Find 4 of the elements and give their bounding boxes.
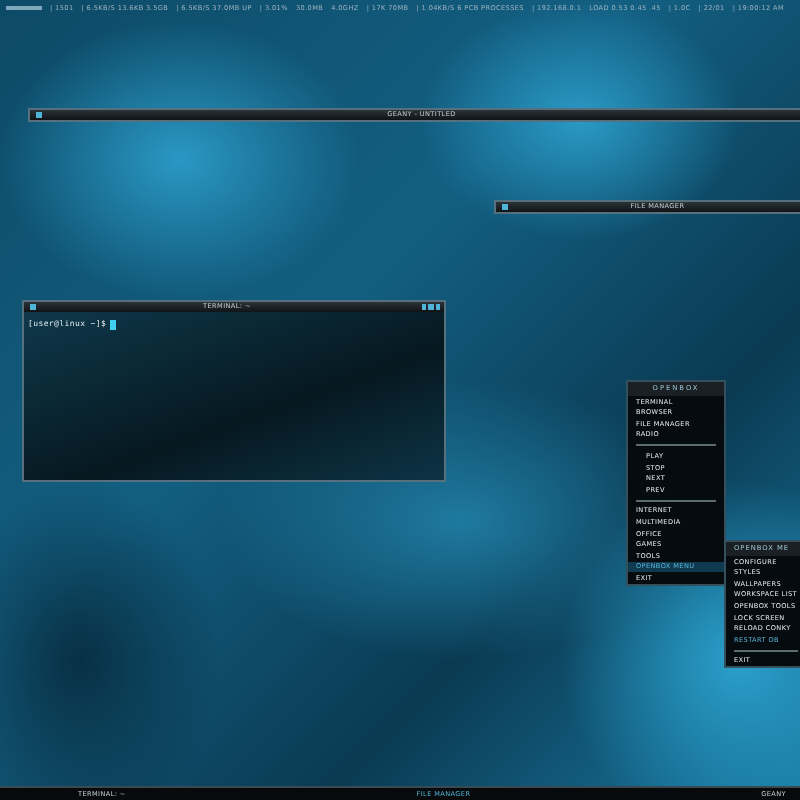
- window-menu-icon[interactable]: [502, 204, 507, 210]
- window-menu-icon[interactable]: [30, 304, 35, 310]
- cursor-icon: [110, 319, 117, 329]
- window-menu-icon[interactable]: [36, 112, 41, 118]
